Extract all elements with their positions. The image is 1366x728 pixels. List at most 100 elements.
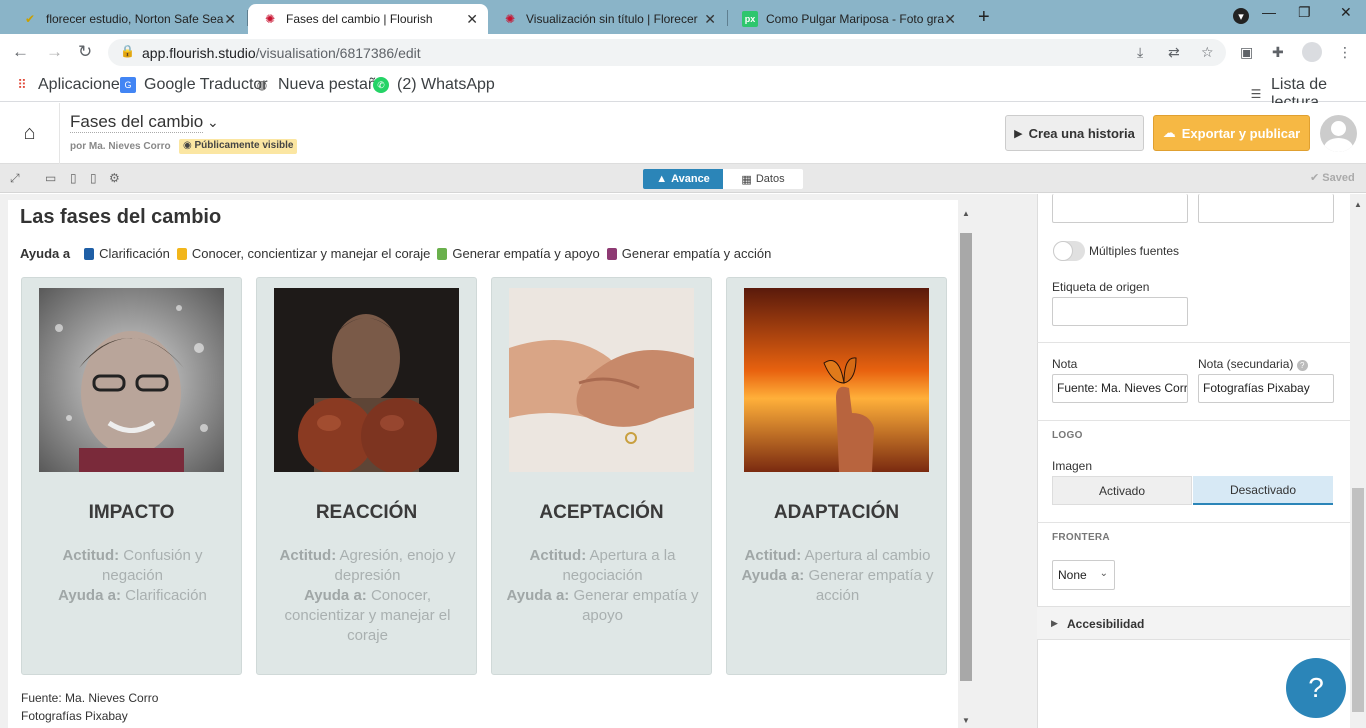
multiple-sources-toggle[interactable] [1053,241,1085,261]
close-tab-icon[interactable]: ✕ [704,11,716,28]
scroll-up-icon[interactable]: ▲ [962,209,970,218]
legend-item[interactable]: Generar empatía y apoyo [437,246,600,261]
scroll-down-icon[interactable]: ▼ [962,716,970,725]
card-aceptacion[interactable]: ACEPTACIÓN Actitud: Apertura a la negoci… [491,277,712,675]
restore-icon[interactable]: ❐ [1298,4,1311,21]
help-circle-icon[interactable]: ? [1296,360,1308,371]
bookmark-star-icon[interactable]: ☆ [1201,44,1214,61]
image-label: Imagen [1052,459,1093,473]
close-tab-icon[interactable]: ✕ [944,11,956,28]
note-secondary-input[interactable]: Fotografías Pixabay [1198,374,1334,403]
legend-item[interactable]: Conocer, concientizar y manejar el coraj… [176,246,431,261]
image-on-button[interactable]: Activado [1052,476,1192,505]
tab-title: Como Pulgar Mariposa - Foto gra [766,12,945,26]
chevron-down-icon: ⌄ [1099,568,1108,579]
source-name-input[interactable] [1052,194,1188,223]
close-tab-icon[interactable]: ✕ [466,11,478,28]
browser-tab-flourish-2[interactable]: ✺ Visualización sin título | Florecer ✕ [488,4,726,34]
browser-tab-pixabay[interactable]: px Como Pulgar Mariposa - Foto gra ✕ [728,4,966,34]
legend: Ayuda a Clarificación Conocer, concienti… [20,246,778,261]
tablet-view-icon[interactable]: ▯ [70,171,77,185]
browser-tab-norton[interactable]: ✔ florecer estudio, Norton Safe Sea ✕ [8,4,246,34]
tab-data[interactable]: ▦ Datos [723,169,803,189]
source-label-input[interactable] [1052,297,1188,326]
whatsapp-icon: ✆ [373,77,389,93]
create-story-label: Crea una historia [1028,125,1135,141]
window-close-icon[interactable]: ✕ [1340,4,1352,21]
cloud-upload-icon: ☁ [1162,125,1176,140]
home-icon[interactable]: ⌂ [0,103,60,164]
scroll-up-icon[interactable]: ▲ [1354,200,1362,209]
caret-right-icon: ▶ [1051,618,1058,628]
photo-boxer [274,288,459,472]
mobile-view-icon[interactable]: ▯ [90,171,97,185]
card-description: Actitud: Apertura a la negociación Ayuda … [504,546,701,626]
multiple-sources-label: Múltiples fuentes [1089,244,1180,258]
checkmark-icon: ✔ [1310,172,1323,184]
image-off-button[interactable]: Desactivado [1193,476,1333,505]
visibility-label: Públicamente visible [194,140,294,151]
note-input[interactable]: Fuente: Ma. Nieves Corr [1052,374,1188,403]
apps-grid-icon: ⠿ [17,77,27,92]
profile-icon[interactable] [1302,42,1322,62]
settings-gear-icon[interactable]: ⚙ [109,171,120,185]
puzzle-extensions-icon[interactable]: ✚ [1272,44,1284,61]
legend-item[interactable]: Clarificación [84,246,170,261]
border-select-value: None [1058,568,1087,582]
browser-tab-flourish-active[interactable]: ✺ Fases del cambio | Flourish ✕ [248,4,488,34]
export-publish-button[interactable]: ☁ Exportar y publicar [1153,115,1310,151]
user-avatar[interactable] [1320,115,1357,152]
fullscreen-icon[interactable]: ⤢ [10,171,20,186]
legend-item[interactable]: Generar empatía y acción [606,246,772,261]
google-translate-icon: G [120,77,136,93]
new-tab-plus-icon[interactable]: + [978,6,990,29]
card-reaccion[interactable]: REACCIÓN Actitud: Agresión, enojo y depr… [256,277,477,675]
preview-scrollbar-thumb[interactable] [960,233,972,681]
note-secondary-label: Nota (secundaria) ? [1198,357,1308,371]
card-description: Actitud: Confusión y negación Ayuda a: Cl… [34,546,231,606]
visualisation-title[interactable]: Fases del cambio [70,112,204,133]
panel-scrollbar-thumb[interactable] [1352,488,1364,712]
accessibility-section[interactable]: ▶ Accesibilidad [1037,606,1350,640]
divider [1037,420,1350,421]
create-story-button[interactable]: ▶ Crea una historia [1005,115,1144,151]
card-impacto[interactable]: IMPACTO Actitud: Confusión y negación Ayu… [21,277,242,675]
close-tab-icon[interactable]: ✕ [224,11,236,28]
bookmark-label: Aplicaciones [38,76,128,93]
reload-icon[interactable]: ↻ [78,42,92,62]
bookmark-new-tab[interactable]: ◍ Nueva pestaña [254,76,386,94]
bookmark-apps[interactable]: ⠿ Aplicaciones [14,76,128,94]
legend-label: Conocer, concientizar y manejar el coraj… [191,246,431,261]
tab-preview[interactable]: ▲ Avance [643,169,723,189]
tab-search-icon[interactable]: ▾ [1233,8,1249,24]
visibility-badge[interactable]: ◉ Públicamente visible [179,139,298,154]
bookmark-whatsapp[interactable]: ✆ (2) WhatsApp [373,76,495,94]
legend-swatch [84,247,95,260]
translate-icon[interactable]: ⇄ [1168,44,1180,61]
saved-status: ✔ Saved [1310,171,1355,184]
help-value: Generar empatía y acción [808,567,934,604]
border-select[interactable]: None ⌄ [1052,560,1115,590]
chevron-down-icon[interactable]: ⌄ [207,114,219,131]
help-chat-button[interactable]: ? [1286,658,1346,718]
preview-scrollbar[interactable]: ▲ ▼ [958,206,974,728]
minimize-icon[interactable]: — [1262,4,1276,20]
flourish-icon: ✺ [264,12,276,26]
download-icon[interactable]: ⤓ [1137,44,1143,61]
legend-label: Generar empatía y acción [621,246,772,261]
back-arrow-icon[interactable]: ← [12,42,29,62]
extension-icon[interactable]: ▣ [1240,44,1253,61]
kebab-menu-icon[interactable]: ⋮ [1338,44,1352,61]
address-bar[interactable]: 🔒 app.flourish.studio/visualisation/6817… [108,39,1226,66]
table-icon: ▦ [741,173,752,186]
panel-scrollbar[interactable]: ▲ [1350,194,1366,728]
bookmark-label: Nueva pestaña [278,76,386,93]
help-label: Ayuda a: [303,587,367,604]
saved-label: Saved [1322,172,1355,184]
norton-check-icon: ✔ [24,12,36,26]
bookmark-google-translate[interactable]: G Google Traductor [120,76,268,94]
card-adaptacion[interactable]: ADAPTACIÓN Actitud: Apertura al cambio Ay… [726,277,947,675]
source-url-input[interactable] [1198,194,1334,223]
forward-arrow-icon[interactable]: → [46,42,63,62]
desktop-view-icon[interactable]: ▭ [45,171,56,185]
